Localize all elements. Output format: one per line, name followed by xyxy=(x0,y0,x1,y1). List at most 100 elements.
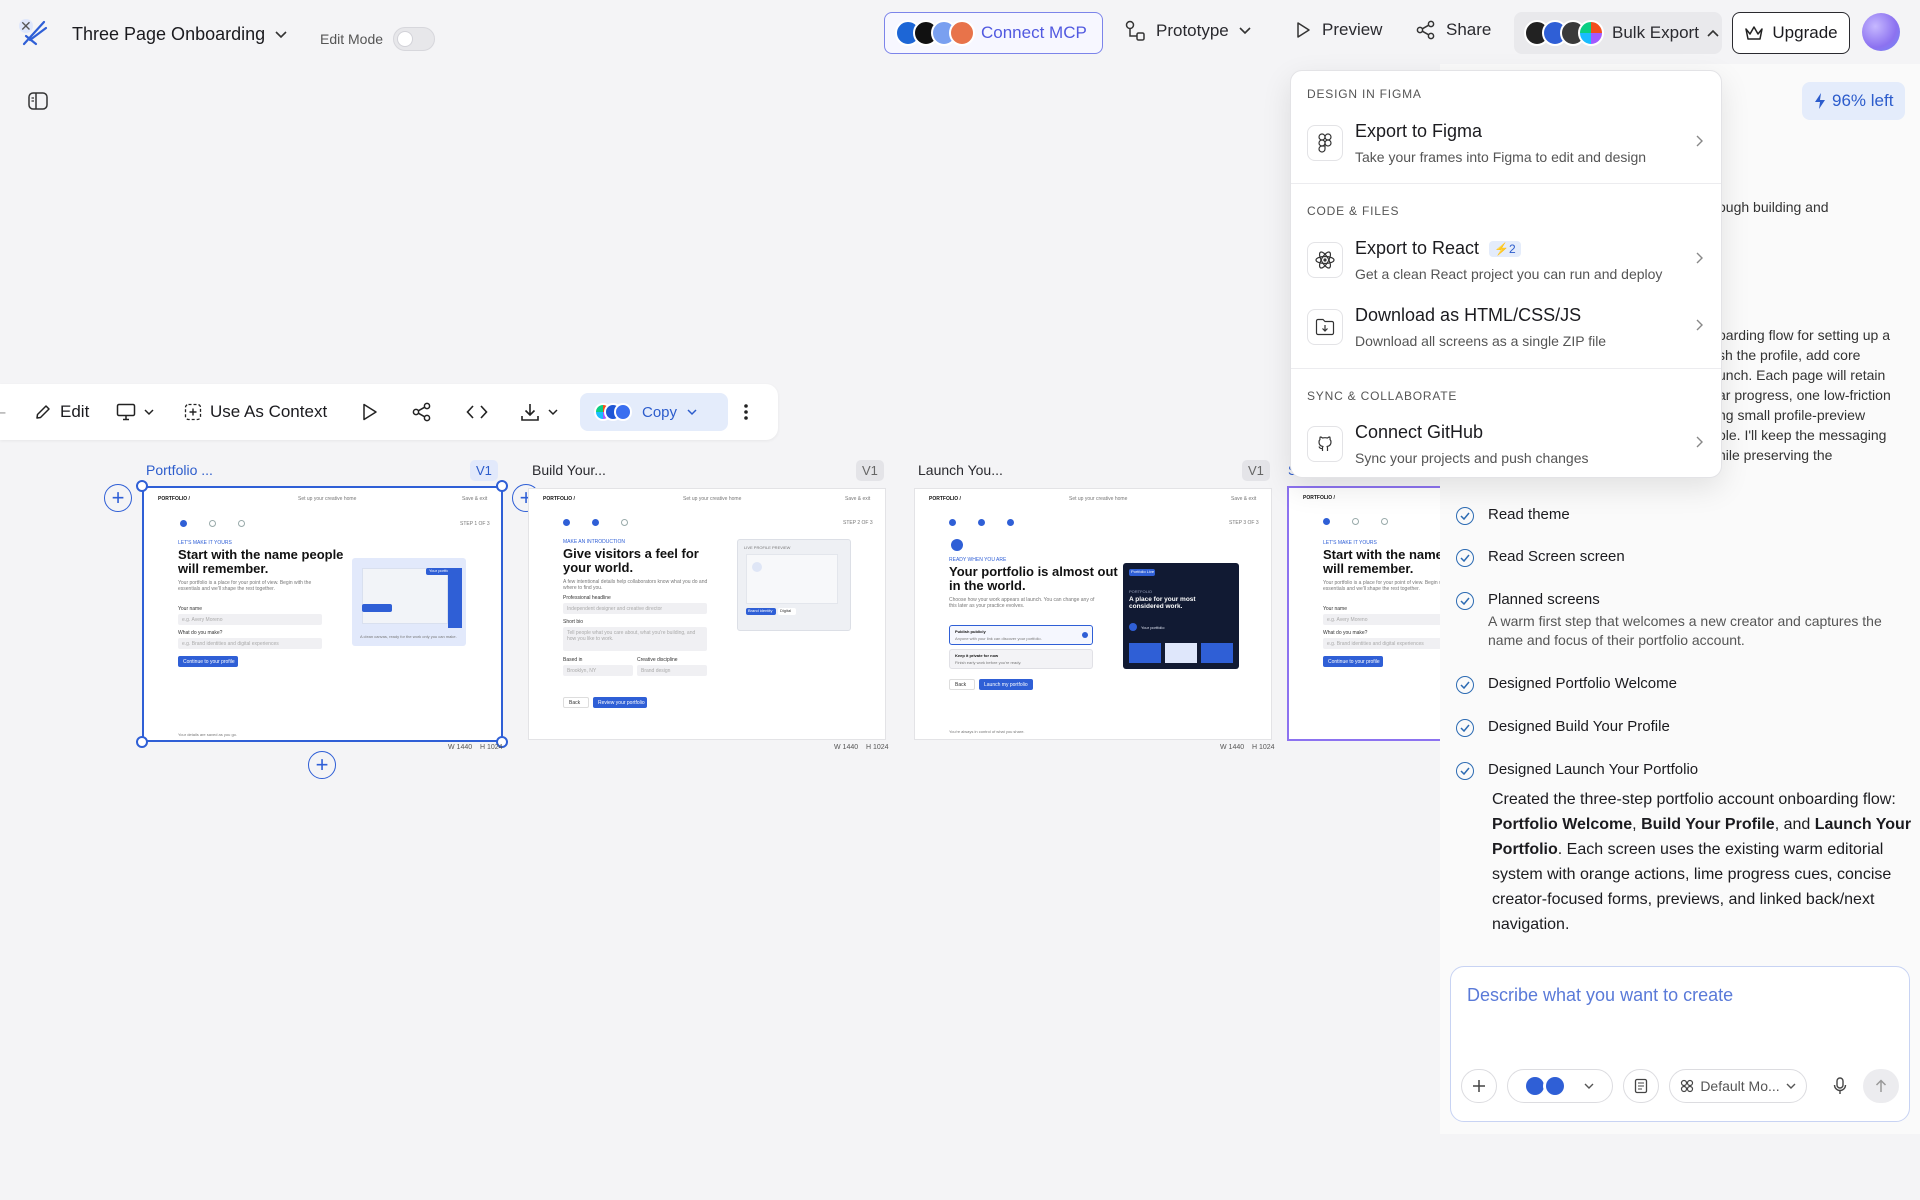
step-title: Read Screen screen xyxy=(1488,548,1625,565)
check-circle-icon xyxy=(1456,676,1474,694)
upgrade-button[interactable]: Upgrade xyxy=(1732,12,1850,54)
menu-item-export-react[interactable]: Export to React ⚡2 Get a clean React pro… xyxy=(1291,228,1721,292)
chat-step: Planned screens A warm first step that w… xyxy=(1456,591,1918,650)
menu-item-connect-github[interactable]: Connect GitHub Sync your projects and pu… xyxy=(1291,412,1721,476)
add-frame-left-button[interactable]: + xyxy=(104,484,132,512)
mini-dark-tile xyxy=(1201,643,1233,663)
crown-icon xyxy=(1744,24,1764,42)
add-attachment-button[interactable] xyxy=(1461,1069,1497,1103)
check-circle-icon xyxy=(1456,592,1474,610)
model-select[interactable]: Default Mo... xyxy=(1669,1069,1807,1103)
mini-option-title: Keep it private for now xyxy=(955,653,999,658)
menu-item-desc: Take your frames into Figma to edit and … xyxy=(1355,149,1647,165)
version-badge[interactable]: V1 xyxy=(1242,460,1270,481)
add-frame-below-button[interactable]: + xyxy=(308,751,336,779)
share-frame-button[interactable] xyxy=(412,384,432,440)
frame-label[interactable]: Build Your... xyxy=(532,462,606,478)
device-select[interactable] xyxy=(116,384,154,440)
frame-duplicate-welcome[interactable]: PORTFOLIO / LET'S MAKE IT YOURS Start wi… xyxy=(1287,486,1440,741)
chat-partial-line: ng small profile-preview xyxy=(1718,407,1866,423)
notes-button[interactable] xyxy=(1623,1069,1659,1103)
mini-stepper xyxy=(563,519,628,526)
mini-field-label: What do you make? xyxy=(1323,630,1368,636)
mini-field-label: Short bio xyxy=(563,619,584,625)
mini-dark-card: Portfolio Live PORTFOLIO A place for you… xyxy=(1123,563,1239,669)
mini-preview-inner xyxy=(362,568,448,624)
mini-top-right: Save & exit xyxy=(1231,496,1257,502)
project-title-dropdown[interactable]: Three Page Onboarding xyxy=(72,24,287,45)
share-label: Share xyxy=(1446,20,1492,39)
version-badge[interactable]: V1 xyxy=(470,460,498,481)
mini-heading: Your portfolio is almost out in the worl… xyxy=(949,564,1118,593)
prototype-button[interactable]: Prototype xyxy=(1124,20,1251,42)
pencil-icon xyxy=(34,403,52,421)
chat-step: Designed Portfolio Welcome xyxy=(1456,675,1677,694)
credits-left-badge[interactable]: 96% left xyxy=(1802,82,1906,120)
mini-dark-heading: A place for your most considered work. xyxy=(1129,596,1196,610)
chat-partial-line: sh the profile, add core xyxy=(1718,347,1861,363)
step-title: Designed Portfolio Welcome xyxy=(1488,675,1677,692)
figma-icon xyxy=(1307,125,1343,161)
use-as-context-button[interactable]: Use As Context xyxy=(184,384,327,440)
preview-button[interactable]: Preview xyxy=(1294,20,1382,40)
frame-label[interactable]: Launch You... xyxy=(918,462,1003,478)
mini-body: Choose how your work appears at launch. … xyxy=(949,597,1095,609)
top-bar: ✕ Three Page Onboarding Edit Mode Connec… xyxy=(0,0,1920,64)
connect-mcp-button[interactable]: Connect MCP xyxy=(884,12,1103,54)
mini-dark-avatar xyxy=(1129,623,1137,631)
mini-profile-preview: LIVE PROFILE PREVIEW Brand identity Digi… xyxy=(737,539,851,631)
frame-dimension-height: H 1024 xyxy=(1252,744,1275,751)
microphone-icon[interactable] xyxy=(1823,1069,1857,1103)
frame-dimension-width: W 1440 xyxy=(834,744,859,751)
mini-stepper xyxy=(180,520,245,527)
mini-body: Your portfolio is a place for your point… xyxy=(1323,580,1440,592)
step-title: Read theme xyxy=(1488,506,1570,523)
mini-body: A few intentional details help collabora… xyxy=(563,579,708,591)
bulk-export-button[interactable]: Bulk Export xyxy=(1514,12,1722,54)
resize-handle-bottom-left[interactable] xyxy=(136,736,148,748)
resize-handle-top-right[interactable] xyxy=(496,480,508,492)
chevron-right-icon xyxy=(1696,135,1703,147)
download-dropdown[interactable] xyxy=(520,384,558,440)
share-button[interactable]: Share xyxy=(1416,20,1491,40)
menu-item-title: Download as HTML/CSS/JS xyxy=(1355,305,1582,325)
chat-summary: Created the three-step portfolio account… xyxy=(1492,787,1912,937)
mini-placeholder: e.g. Avery Moreno xyxy=(1327,617,1368,623)
figma-logo-icon xyxy=(1578,20,1604,46)
menu-item-download-html[interactable]: Download as HTML/CSS/JS Download all scr… xyxy=(1291,295,1721,359)
close-icon[interactable]: ✕ xyxy=(20,18,32,35)
prototype-icon xyxy=(1124,20,1146,42)
step-desc: A warm first step that welcomes a new cr… xyxy=(1488,613,1882,648)
view-code-button[interactable] xyxy=(466,384,488,440)
summary-text: , and xyxy=(1774,816,1815,833)
send-button[interactable] xyxy=(1863,1069,1899,1103)
frame-build-your-profile[interactable]: PORTFOLIO / Set up your creative home Sa… xyxy=(528,488,886,740)
resize-handle-top-left[interactable] xyxy=(136,480,148,492)
more-options-icon[interactable] xyxy=(744,384,748,440)
version-badge[interactable]: V1 xyxy=(856,460,884,481)
edit-button[interactable]: Edit xyxy=(34,384,89,440)
mini-heading: Start with the name people will remember… xyxy=(1323,547,1440,576)
mode-select[interactable] xyxy=(1507,1069,1613,1103)
mini-top-center: Set up your creative home xyxy=(298,496,357,502)
play-button[interactable] xyxy=(358,384,380,440)
frame-portfolio-welcome[interactable]: PORTFOLIO / Set up your creative home Sa… xyxy=(142,486,503,742)
mode-dot-icon xyxy=(1546,1077,1564,1095)
chat-partial-text-1: ough building and xyxy=(1718,197,1829,217)
chevron-right-icon xyxy=(1696,319,1703,331)
menu-item-export-figma[interactable]: Export to Figma Take your frames into Fi… xyxy=(1291,111,1721,175)
frame-launch-your-portfolio[interactable]: PORTFOLIO / Set up your creative home Sa… xyxy=(914,488,1272,740)
mini-cta: Launch my portfolio xyxy=(979,679,1033,690)
chevron-down-icon xyxy=(1239,27,1251,35)
mini-option: Keep it private for now Finish early wor… xyxy=(949,649,1093,669)
summary-text: , xyxy=(1632,816,1642,833)
chevron-down-icon xyxy=(548,408,558,416)
frame-dimension-width: W 1440 xyxy=(448,744,473,751)
user-avatar[interactable] xyxy=(1862,13,1900,51)
sidebar-toggle-icon[interactable] xyxy=(28,92,48,110)
prompt-input[interactable] xyxy=(1467,985,1887,1006)
copy-button[interactable]: Copy xyxy=(580,393,728,431)
edit-mode-toggle[interactable] xyxy=(393,27,436,51)
frame-label[interactable]: Portfolio ... xyxy=(146,462,213,478)
chevron-right-icon xyxy=(1696,252,1703,264)
